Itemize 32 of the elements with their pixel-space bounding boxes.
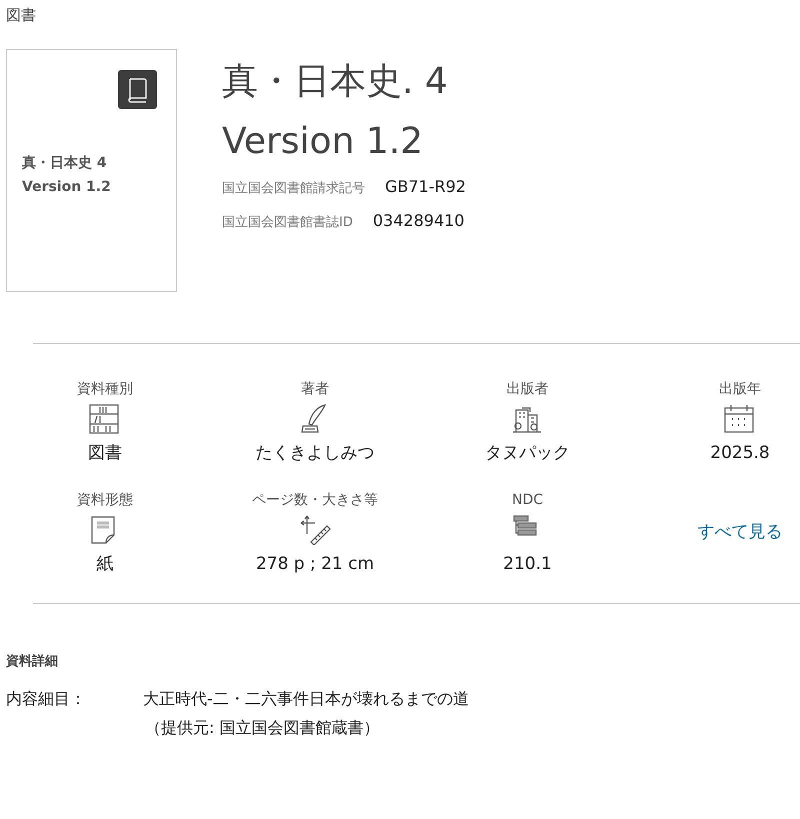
facet-label: 出版者 bbox=[506, 380, 548, 399]
facet-value: 2025.8 bbox=[710, 442, 770, 465]
facet-label: 資料形態 bbox=[77, 491, 133, 510]
detail-label: 内容細目： bbox=[6, 688, 87, 710]
facet-value: 紙 bbox=[96, 553, 114, 576]
book-title: 真・日本史. 4 bbox=[222, 60, 449, 104]
detail-value: （提供元: 国立国会図書館蔵書） bbox=[144, 716, 380, 738]
cover-subtitle: Version 1.2 bbox=[22, 178, 112, 197]
identifier-label: 国立国会図書館書誌ID bbox=[222, 214, 353, 232]
facet-value: 278 p ; 21 cm bbox=[256, 553, 374, 576]
facet-label: NDC bbox=[512, 491, 544, 510]
category-label: 図書 bbox=[5, 5, 37, 26]
facet-label: 資料種別 bbox=[77, 380, 133, 399]
book-subtitle: Version 1.2 bbox=[222, 120, 424, 164]
facet-value: タヌパック bbox=[485, 442, 570, 465]
identifier-value: GB71-R92 bbox=[385, 176, 466, 198]
identifier-label: 国立国会図書館請求記号 bbox=[222, 180, 365, 198]
facet-value: たくきよしみつ bbox=[256, 442, 374, 465]
bookshelf-icon bbox=[89, 404, 121, 434]
cover-title: 真・日本史 4 bbox=[22, 154, 108, 173]
book-icon bbox=[118, 70, 157, 109]
ruler-icon bbox=[299, 515, 331, 545]
facet-value: 図書 bbox=[88, 442, 122, 465]
see-all-link[interactable]: すべて見る bbox=[698, 520, 782, 546]
details-heading: 資料詳細 bbox=[6, 653, 59, 671]
identifier-value: 034289410 bbox=[372, 210, 464, 232]
detail-value: 大正時代-二・二六事件日本が壊れるまでの道 bbox=[143, 688, 469, 710]
facet-label: 出版年 bbox=[719, 380, 761, 399]
calendar-icon bbox=[724, 404, 756, 434]
facet-label: 著者 bbox=[301, 380, 329, 399]
facet-label: ページ数・大きさ等 bbox=[252, 491, 378, 510]
facet-value: 210.1 bbox=[503, 553, 552, 576]
